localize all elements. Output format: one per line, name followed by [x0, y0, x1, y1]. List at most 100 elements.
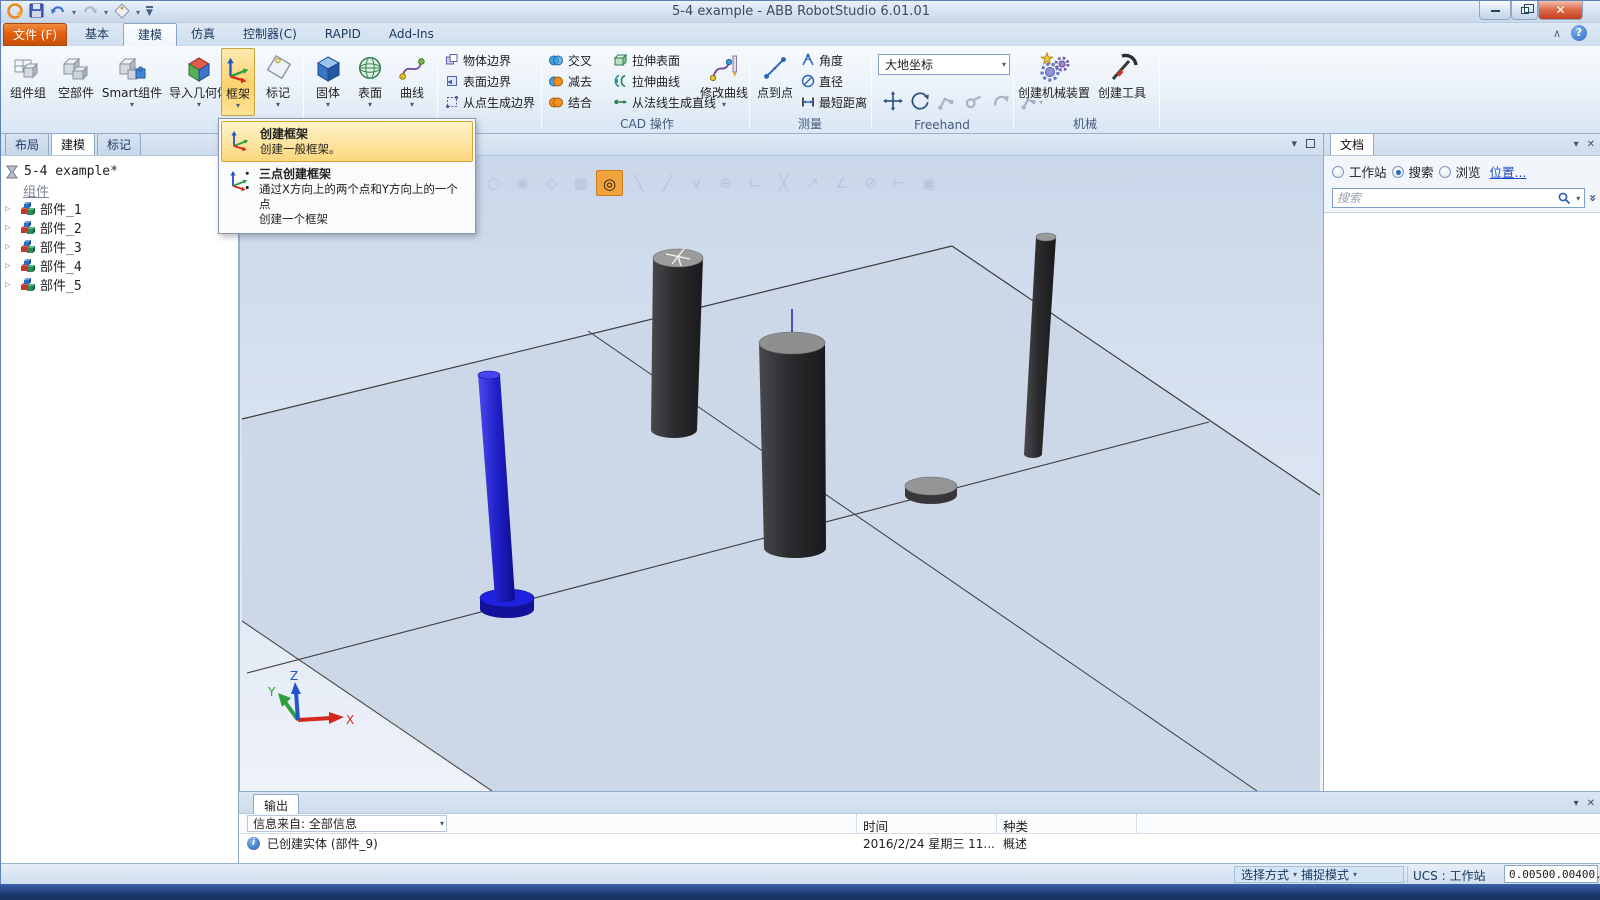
search-icon[interactable] — [1557, 191, 1571, 205]
tab-controller[interactable]: 控制器(C) — [229, 23, 311, 46]
tree-item-part2[interactable]: ▷ 部件_2 — [5, 218, 234, 237]
modify-curve-button[interactable]: 修改曲线 ▾ — [700, 48, 748, 116]
viewport-tool-icon[interactable]: ⊢ — [886, 170, 913, 196]
create-mechanism-button[interactable]: 创建机械装置 — [1017, 48, 1091, 116]
collapse-ribbon-icon[interactable]: ∧ — [1553, 27, 1561, 40]
expander-icon[interactable]: ▷ — [5, 280, 15, 290]
ucs-indicator[interactable]: UCS : 工作站 — [1413, 867, 1485, 884]
part-cylinder-large[interactable] — [758, 309, 826, 558]
location-link[interactable]: 位置... — [1490, 162, 1527, 181]
surface-button[interactable]: 表面 ▾ — [351, 48, 389, 116]
search-options-caret-icon[interactable]: ▾ — [1571, 194, 1580, 203]
tab-simulation[interactable]: 仿真 — [177, 23, 229, 46]
output-message-row[interactable]: i 已创建实体 (部件_9) 2016/2/24 星期三 11... 概述 — [239, 834, 1600, 852]
search-input[interactable] — [1337, 191, 1558, 205]
modify-curve-icon — [708, 50, 740, 86]
selection-mode-button[interactable]: 选择方式 ▾ — [1241, 866, 1297, 883]
intersect-button[interactable]: 交叉 — [548, 51, 592, 69]
viewport-snap-center-icon[interactable]: ◎ — [596, 170, 623, 196]
freehand-reference-combobox[interactable]: 大地坐标 ▾ — [878, 54, 1010, 75]
component-group-button[interactable]: 组件组 — [5, 48, 51, 116]
tab-layout[interactable]: 布局 — [5, 133, 50, 155]
restore-button[interactable] — [1511, 1, 1538, 20]
point-to-point-button[interactable]: 点到点 — [753, 48, 797, 116]
shortest-distance-button[interactable]: 最短距离 — [801, 93, 867, 111]
solid-button[interactable]: 固体 ▾ — [309, 48, 347, 116]
radio-search[interactable] — [1391, 165, 1404, 178]
union-button[interactable]: 结合 — [548, 93, 592, 111]
tree-item-part3[interactable]: ▷ 部件_3 — [5, 237, 234, 256]
ribbon-separator — [749, 50, 750, 128]
tab-addins[interactable]: Add-Ins — [375, 23, 448, 46]
tab-tags[interactable]: 标记 — [97, 133, 142, 155]
components-group-node[interactable]: 组件 — [23, 181, 234, 200]
viewport-tool-icon[interactable]: ◉ — [509, 170, 536, 196]
snap-mode-button[interactable]: 捕捉模式 ▾ — [1301, 866, 1357, 883]
tab-file[interactable]: 文件 (F) — [3, 23, 67, 46]
viewport-maximize-icon[interactable] — [1306, 139, 1315, 148]
viewport-tool-icon[interactable]: ▣ — [915, 170, 942, 196]
viewport-menu-caret-icon[interactable]: ▾ — [1291, 137, 1297, 150]
freehand-move-icon[interactable] — [882, 90, 904, 115]
tree-item-part1[interactable]: ▷ 部件_1 — [5, 199, 234, 218]
viewport-tool-icon[interactable]: ○ — [480, 170, 507, 196]
menu-item-three-point-frame[interactable]: 三点创建框架 通过X方向上的两个点和Y方向上的一个点 创建一个框架 — [221, 162, 473, 231]
documents-close-icon[interactable]: ✕ — [1587, 139, 1595, 150]
part-disc[interactable] — [904, 476, 958, 504]
tab-output[interactable]: 输出 — [253, 794, 300, 816]
tab-rapid[interactable]: RAPID — [311, 23, 375, 46]
marker-button[interactable]: 标记 ▾ — [259, 48, 297, 116]
output-menu-caret-icon[interactable]: ▾ — [1574, 798, 1579, 809]
status-bar: 选择方式 ▾ 捕捉模式 ▾ UCS : 工作站 0.00 500.00 400.… — [1, 863, 1600, 884]
radio-station[interactable] — [1332, 165, 1344, 178]
frame-button[interactable]: 框架 ▾ — [221, 48, 255, 116]
tree-item-part5[interactable]: ▷ 部件_5 — [5, 275, 234, 294]
subtract-button[interactable]: 减去 — [548, 72, 592, 90]
viewport-tool-icon[interactable]: ↗ — [799, 170, 826, 196]
import-geometry-caret-icon: ▾ — [196, 100, 201, 109]
3d-viewport[interactable]: ○ ◉ ◇ ▦ ◎ ╲ ╱ ∨ ⊕ ∟ ╳ ↗ ∠ ⊘ ⊢ ▣ X Y Z — [239, 156, 1323, 791]
expander-icon[interactable]: ▷ — [5, 204, 15, 214]
freehand-rotate-icon[interactable] — [909, 90, 931, 115]
expander-icon[interactable]: ▷ — [5, 261, 15, 271]
radio-browse[interactable] — [1438, 165, 1451, 178]
viewport-tool-icon[interactable]: ▦ — [567, 170, 594, 196]
viewport-tool-icon[interactable]: ∟ — [741, 170, 768, 196]
expander-icon[interactable]: ▷ — [5, 223, 15, 233]
output-close-icon[interactable]: ✕ — [1587, 798, 1595, 809]
tab-basic[interactable]: 基本 — [71, 23, 123, 46]
tree-item-part4[interactable]: ▷ 部件_4 — [5, 256, 234, 275]
menu-item-create-frame[interactable]: 创建框架 创建一般框架。 — [221, 121, 473, 162]
boundary-from-points-button[interactable]: 从点生成边界 — [445, 93, 535, 111]
close-button[interactable]: ✕ — [1538, 1, 1583, 20]
surface-boundary-button[interactable]: 表面边界 — [445, 72, 535, 90]
object-boundary-button[interactable]: 物体边界 — [445, 51, 535, 69]
angle-button[interactable]: 角度 — [801, 51, 867, 69]
help-icon[interactable]: ? — [1571, 25, 1587, 41]
expander-icon[interactable]: ▷ — [5, 242, 15, 252]
viewport-tool-icon[interactable]: ╱ — [654, 170, 681, 196]
documents-menu-caret-icon[interactable]: ▾ — [1574, 139, 1579, 150]
smart-component-icon — [116, 50, 148, 86]
create-tool-button[interactable]: 创建工具 — [1093, 48, 1151, 116]
viewport-tool-icon[interactable]: ∠ — [828, 170, 855, 196]
empty-part-button[interactable]: 空部件 — [53, 48, 99, 116]
viewport-tool-icon[interactable]: ⊕ — [712, 170, 739, 196]
smart-component-button[interactable]: Smart组件 ▾ — [101, 48, 163, 116]
tab-modeling-browser[interactable]: 建模 — [51, 133, 96, 155]
viewport-tool-icon[interactable]: ╳ — [770, 170, 797, 196]
tab-modeling[interactable]: 建模 — [123, 23, 178, 46]
part-cylinder-tall[interactable] — [651, 248, 704, 438]
curve-button[interactable]: 曲线 ▾ — [393, 48, 431, 116]
viewport-tool-icon[interactable]: ╲ — [625, 170, 652, 196]
viewport-tool-icon[interactable]: ∨ — [683, 170, 710, 196]
documents-list[interactable] — [1324, 213, 1600, 813]
diameter-button[interactable]: 直径 — [801, 72, 867, 90]
viewport-tool-icon[interactable]: ⊘ — [857, 170, 884, 196]
viewport-tool-icon[interactable]: ◇ — [538, 170, 565, 196]
minimize-button[interactable] — [1479, 1, 1511, 20]
station-node[interactable]: 5-4 example* — [5, 162, 234, 181]
tab-documents[interactable]: 文档 — [1330, 133, 1375, 155]
expand-search-icon[interactable]: » — [1586, 194, 1600, 202]
message-source-combobox[interactable]: 信息来自: 全部信息 ▾ — [247, 815, 447, 832]
